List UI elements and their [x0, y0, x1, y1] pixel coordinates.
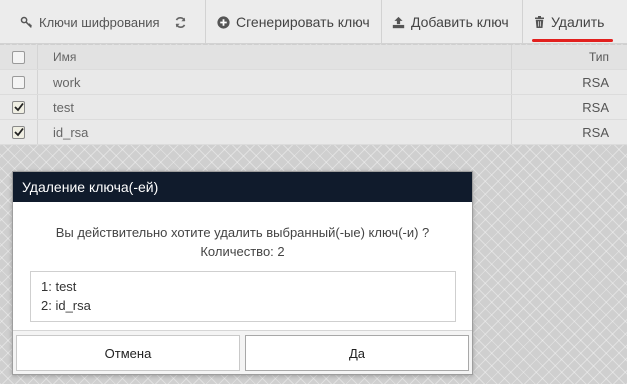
select-all-cell — [0, 45, 38, 69]
key-name-cell: test — [53, 99, 74, 115]
dialog-message: Вы действительно хотите удалить выбранны… — [13, 223, 472, 261]
cancel-button[interactable]: Отмена — [16, 335, 240, 371]
key-name-cell: work — [53, 74, 81, 90]
table-row[interactable]: id_rsa RSA — [0, 120, 627, 145]
dialog-buttons: Отмена Да — [13, 330, 472, 374]
dialog-item-list: 1: test 2: id_rsa — [30, 271, 456, 322]
table-header: Имя Тип — [0, 45, 627, 70]
row-checkbox[interactable] — [12, 100, 25, 114]
dialog-title: Удаление ключа(-ей) — [13, 172, 472, 202]
table-row[interactable]: work RSA — [0, 70, 627, 95]
select-all-checkbox[interactable] — [12, 50, 25, 64]
key-type-cell: RSA — [511, 95, 627, 119]
add-key-button[interactable]: Добавить ключ — [382, 0, 523, 44]
row-select-cell — [0, 95, 38, 119]
confirm-button[interactable]: Да — [245, 335, 469, 371]
delete-label: Удалить — [551, 14, 605, 30]
dialog-question: Вы действительно хотите удалить выбранны… — [55, 225, 430, 240]
check-icon — [13, 127, 24, 137]
key-type-cell: RSA — [511, 120, 627, 144]
generate-key-button[interactable]: Сгенерировать ключ — [206, 0, 382, 44]
upload-icon — [392, 16, 405, 29]
key-name-cell: id_rsa — [53, 124, 89, 140]
key-type-cell: RSA — [511, 70, 627, 94]
generate-key-label: Сгенерировать ключ — [236, 14, 370, 30]
add-key-label: Добавить ключ — [411, 14, 509, 30]
toolbar: Ключи шифрования Сгенерировать ключ Доба… — [0, 0, 627, 44]
list-item: 2: id_rsa — [41, 298, 91, 313]
trash-icon — [534, 16, 545, 28]
refresh-icon[interactable] — [174, 16, 187, 29]
keys-table: Имя Тип work RSA test RSA id_rsa RSA — [0, 45, 627, 145]
keys-title: Ключи шифрования — [0, 0, 206, 44]
row-select-cell — [0, 70, 38, 94]
list-item: 1: test — [41, 279, 77, 294]
delete-dialog: Удаление ключа(-ей) Вы действительно хот… — [12, 171, 473, 375]
check-icon — [13, 102, 24, 112]
key-icon — [20, 16, 33, 29]
keys-title-label: Ключи шифрования — [39, 14, 160, 30]
row-checkbox[interactable] — [12, 75, 25, 89]
table-row[interactable]: test RSA — [0, 95, 627, 120]
plus-circle-icon — [217, 15, 230, 29]
column-name-header[interactable]: Имя — [38, 45, 511, 69]
active-indicator — [532, 39, 613, 42]
column-type-header[interactable]: Тип — [511, 45, 627, 69]
row-select-cell — [0, 120, 38, 144]
dialog-count: Количество: 2 — [200, 244, 285, 259]
row-checkbox[interactable] — [12, 125, 25, 139]
delete-button[interactable]: Удалить — [523, 0, 627, 44]
